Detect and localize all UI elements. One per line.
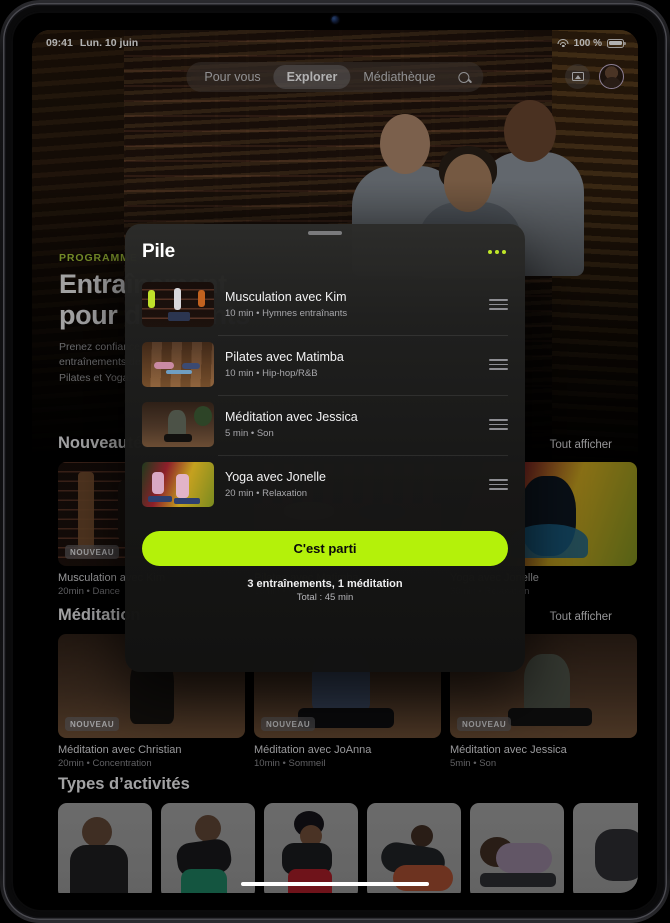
- item-thumbnail: [142, 402, 214, 447]
- list-item[interactable]: Méditation avec Jessica 5 min • Son: [142, 395, 508, 455]
- item-subtitle: 20 min • Relaxation: [225, 488, 308, 500]
- reorder-handle-icon[interactable]: [489, 479, 508, 490]
- item-thumbnail: [142, 462, 214, 507]
- stack-summary: 3 entraînements, 1 méditation Total : 45…: [125, 578, 525, 603]
- home-indicator[interactable]: [241, 881, 429, 886]
- ellipsis-icon[interactable]: [486, 244, 508, 260]
- item-thumbnail: [142, 342, 214, 387]
- item-subtitle: 10 min • Hymnes entraînants: [225, 308, 348, 320]
- item-subtitle: 10 min • Hip-hop/R&B: [225, 368, 318, 380]
- screen: PROGRAMME Entraînement pour débutants Pr…: [32, 30, 638, 893]
- item-thumbnail: [142, 282, 214, 327]
- list-item[interactable]: Yoga avec Jonelle 20 min • Relaxation: [142, 455, 508, 515]
- stack-sheet: Pile Musculation avec Kim 10 min • Hymne…: [125, 224, 525, 672]
- item-title: Méditation avec Jessica: [225, 409, 358, 424]
- sheet-title: Pile: [142, 241, 175, 262]
- reorder-handle-icon[interactable]: [489, 359, 508, 370]
- list-item[interactable]: Musculation avec Kim 10 min • Hymnes ent…: [142, 275, 508, 335]
- tablet-device: PROGRAMME Entraînement pour débutants Pr…: [0, 0, 670, 923]
- item-title: Pilates avec Matimba: [225, 349, 344, 364]
- front-camera-icon: [331, 16, 339, 23]
- reorder-handle-icon[interactable]: [489, 419, 508, 430]
- start-button[interactable]: C'est parti: [142, 531, 508, 566]
- item-title: Musculation avec Kim: [225, 289, 347, 304]
- item-subtitle: 5 min • Son: [225, 428, 274, 440]
- summary-counts: 3 entraînements, 1 méditation: [247, 578, 403, 590]
- stack-list: Musculation avec Kim 10 min • Hymnes ent…: [125, 275, 525, 515]
- item-title: Yoga avec Jonelle: [225, 469, 327, 484]
- summary-total: Total : 45 min: [296, 592, 354, 603]
- list-item[interactable]: Pilates avec Matimba 10 min • Hip-hop/R&…: [142, 335, 508, 395]
- reorder-handle-icon[interactable]: [489, 299, 508, 310]
